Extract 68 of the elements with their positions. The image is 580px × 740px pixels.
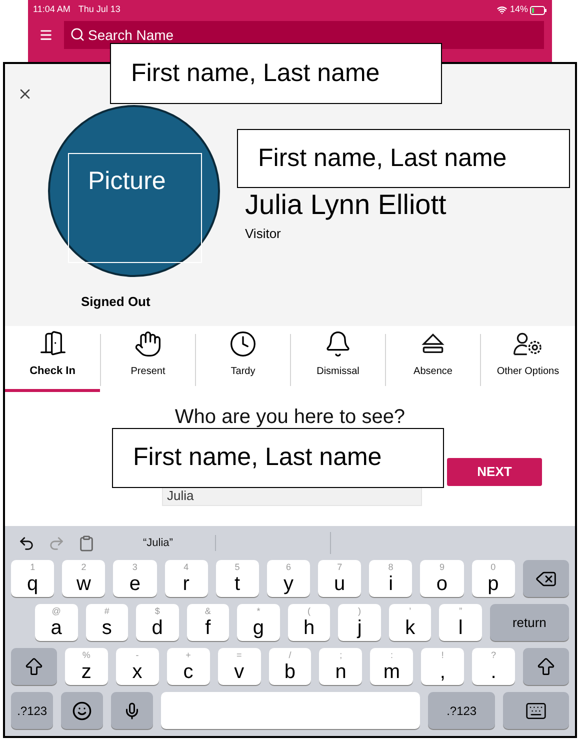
keyboard-key[interactable]: 2 w — [62, 560, 106, 597]
keyboard-key[interactable]: 7 u — [318, 560, 362, 597]
keyboard-key[interactable]: ( h — [288, 604, 330, 641]
microphone-key[interactable] — [111, 692, 154, 729]
keyboard-key[interactable]: - x — [116, 648, 159, 685]
keyboard-key[interactable]: ) j — [338, 604, 381, 641]
redo-icon — [48, 534, 64, 552]
battery-icon — [530, 6, 547, 14]
sign-status: Signed Out — [81, 293, 150, 311]
keyboard-key[interactable]: ; n — [319, 648, 362, 685]
keyboard-key[interactable]: / b — [268, 648, 312, 685]
shift-key[interactable] — [522, 648, 569, 685]
status-time: 11:04 AM — [33, 3, 70, 16]
name-label-overlay: First name, Last name — [237, 129, 570, 188]
keyboard-key[interactable]: ? . — [472, 648, 515, 685]
status-date: Thu Jul 13 — [78, 3, 120, 16]
keyboard-key[interactable]: 9 o — [420, 560, 464, 597]
person-role: Visitor — [245, 225, 281, 243]
keyboard-key[interactable]: & f — [186, 604, 230, 641]
next-button[interactable]: NEXT — [447, 458, 542, 486]
hand-icon — [134, 330, 162, 358]
keyboard-key[interactable]: 3 e — [113, 560, 157, 597]
return-key[interactable]: return — [490, 604, 569, 641]
tab[interactable]: Present — [101, 328, 195, 392]
name-label-overlay: First name, Last name — [112, 428, 444, 488]
keyboard-key[interactable]: ! , — [421, 648, 464, 685]
emoji-key[interactable] — [61, 692, 104, 729]
keyboard-key[interactable]: 6 y — [266, 560, 310, 597]
keyboard-key[interactable]: % z — [64, 648, 108, 685]
keyboard-key[interactable]: 5 t — [216, 560, 259, 597]
backspace-key[interactable] — [522, 560, 569, 597]
numbers-key[interactable]: .?123 — [11, 692, 54, 729]
name-label-overlay: First name, Last name — [110, 43, 442, 104]
clock-icon — [229, 330, 257, 358]
keyboard-key[interactable]: 4 r — [164, 560, 208, 597]
keyboard-key[interactable]: $ d — [136, 604, 179, 641]
keyboard-key[interactable]: 1 q — [11, 560, 54, 597]
hide-keyboard-key[interactable] — [502, 692, 569, 729]
tab[interactable]: Dismissal — [291, 328, 385, 392]
door-icon — [38, 328, 66, 356]
user-gear-icon — [512, 330, 544, 358]
search-icon — [70, 27, 85, 42]
keyboard-key[interactable]: 8 i — [369, 560, 412, 597]
picture-label: Picture — [88, 166, 166, 197]
shift-key[interactable] — [11, 648, 57, 685]
tab[interactable]: Other Options — [481, 328, 575, 392]
person-name: Julia Lynn Elliott — [245, 191, 446, 219]
menu-icon — [39, 28, 53, 42]
keyboard-key[interactable]: # s — [86, 604, 128, 641]
keyboard-key[interactable]: @ a — [35, 604, 78, 641]
keyboard-key[interactable]: + c — [166, 648, 210, 685]
tab[interactable]: Tardy — [196, 328, 290, 392]
keyboard-key[interactable]: ” l — [439, 604, 482, 641]
keyboard-key[interactable]: ’ k — [388, 604, 432, 641]
question-text: Who are you here to see? — [174, 405, 406, 430]
smiley-icon — [72, 700, 92, 720]
bell-icon — [324, 330, 352, 358]
word-suggestion[interactable]: “Julia” — [101, 534, 216, 552]
wifi-icon — [496, 5, 507, 15]
keyboard-key[interactable]: 0 p — [472, 560, 515, 597]
battery-level: 14% — [510, 3, 528, 16]
numbers-key[interactable]: .?123 — [428, 692, 495, 729]
keyboard-key[interactable]: * g — [237, 604, 280, 641]
keyboard-key[interactable]: = v — [218, 648, 261, 685]
undo-icon — [18, 534, 34, 552]
keyboard-key[interactable]: : m — [370, 648, 414, 685]
tab[interactable]: Absence — [386, 328, 480, 392]
clipboard-icon — [78, 534, 94, 552]
